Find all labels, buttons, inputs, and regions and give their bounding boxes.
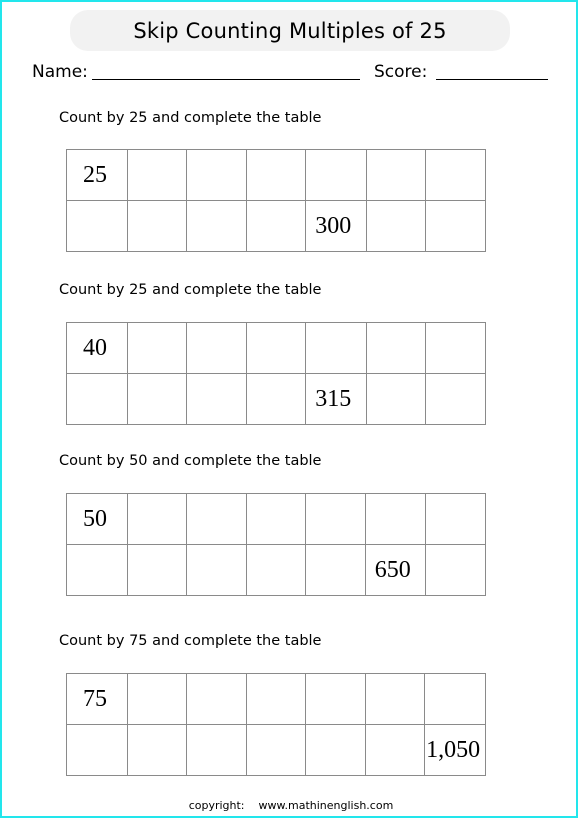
answer-cell[interactable] [245,149,307,201]
answer-cell[interactable] [364,673,426,725]
start-cell: 40 [66,322,128,374]
name-label: Name: [32,62,88,82]
answer-cell[interactable] [245,673,307,725]
answer-cell[interactable] [425,200,486,252]
title-banner: Skip Counting Multiples of 25 [70,10,510,51]
answer-cell[interactable] [66,200,128,252]
answer-cell[interactable] [126,493,188,545]
table-row: 300 [66,200,486,252]
table-row: 315 [66,373,486,425]
answer-cell[interactable] [66,544,128,596]
answer-cell[interactable] [305,544,366,596]
table-row: 1,050 [66,724,486,776]
answer-cell[interactable] [364,493,427,545]
answer-cell[interactable] [126,724,188,776]
answer-cell[interactable] [305,493,366,545]
answer-cell[interactable] [186,149,247,201]
score-field[interactable] [436,79,548,80]
exercise-2-table: 40 315 [66,322,486,425]
exercise-3-table: 50 650 [66,493,486,596]
exercise-1-table: 25 300 [66,149,486,252]
score-label: Score: [374,62,428,82]
answer-cell[interactable] [305,673,366,725]
answer-cell[interactable] [365,373,427,425]
answer-cell[interactable] [305,322,367,374]
answer-cell[interactable] [66,724,128,776]
answer-cell[interactable] [425,149,486,201]
answer-cell[interactable] [305,724,366,776]
given-cell: 300 [305,200,367,252]
answer-cell[interactable] [365,200,427,252]
given-cell: 315 [305,373,367,425]
table-row: 40 [66,322,486,374]
answer-cell[interactable] [245,724,307,776]
table-row: 75 [66,673,486,725]
answer-cell[interactable] [245,373,307,425]
given-cell: 1,050 [424,724,486,776]
exercise-3-instruction: Count by 50 and complete the table [59,453,322,469]
answer-cell[interactable] [126,322,188,374]
page-title: Skip Counting Multiples of 25 [133,18,447,43]
footer: copyright: www.mathinenglish.com [2,799,578,812]
answer-cell[interactable] [365,322,427,374]
answer-cell[interactable] [425,322,486,374]
answer-cell[interactable] [186,673,247,725]
exercise-2-instruction: Count by 25 and complete the table [59,282,322,298]
start-cell: 75 [66,673,128,725]
given-cell: 650 [364,544,427,596]
answer-cell[interactable] [245,322,307,374]
name-field[interactable] [92,79,360,80]
website-link[interactable]: www.mathinenglish.com [259,799,394,812]
answer-cell[interactable] [425,373,486,425]
answer-cell[interactable] [186,544,247,596]
answer-cell[interactable] [126,373,188,425]
answer-cell[interactable] [425,544,486,596]
name-score-row: Name: Score: [32,60,552,86]
exercise-4-table: 75 1,050 [66,673,486,776]
answer-cell[interactable] [245,493,307,545]
answer-cell[interactable] [186,373,247,425]
answer-cell[interactable] [424,673,486,725]
answer-cell[interactable] [126,149,188,201]
answer-cell[interactable] [186,200,247,252]
answer-cell[interactable] [126,544,188,596]
answer-cell[interactable] [126,200,188,252]
answer-cell[interactable] [186,724,247,776]
answer-cell[interactable] [66,373,128,425]
table-row: 25 [66,149,486,201]
copyright-label: copyright: [188,799,245,812]
answer-cell[interactable] [364,724,426,776]
answer-cell[interactable] [126,673,188,725]
exercise-1-instruction: Count by 25 and complete the table [59,110,322,126]
answer-cell[interactable] [186,493,247,545]
start-cell: 25 [66,149,128,201]
table-row: 650 [66,544,486,596]
table-row: 50 [66,493,486,545]
answer-cell[interactable] [425,493,486,545]
answer-cell[interactable] [305,149,367,201]
exercise-4-instruction: Count by 75 and complete the table [59,633,322,649]
answer-cell[interactable] [365,149,427,201]
answer-cell[interactable] [245,200,307,252]
start-cell: 50 [66,493,128,545]
answer-cell[interactable] [186,322,247,374]
answer-cell[interactable] [245,544,307,596]
